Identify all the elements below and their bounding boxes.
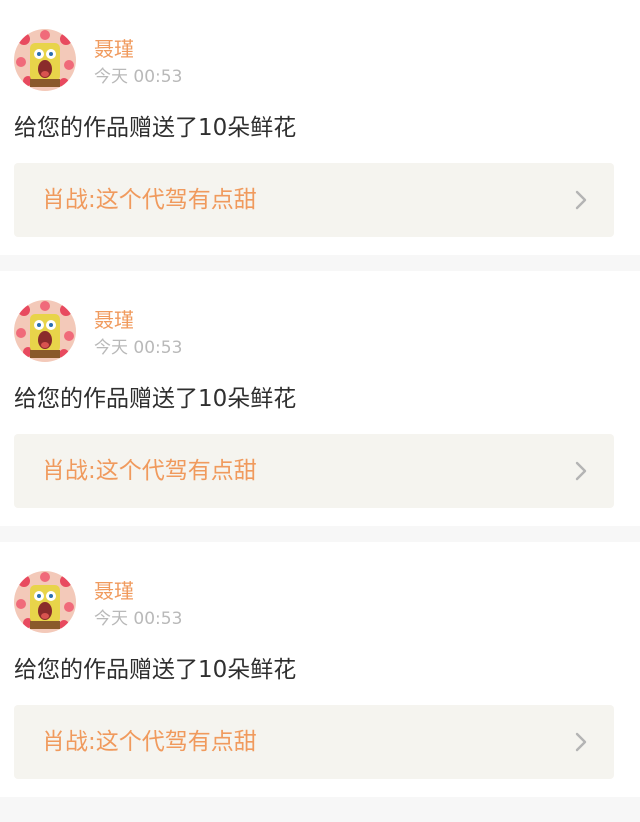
timestamp: 今天 00:53 [94,338,183,358]
notification-card: 聂瑾 今天 00:53 给您的作品赠送了10朵鲜花 肖战:这个代驾有点甜 [0,542,640,797]
spongebob-avatar-icon [14,571,76,633]
spongebob-avatar-icon [14,300,76,362]
chevron-right-icon [574,731,588,753]
avatar[interactable] [14,29,76,91]
timestamp: 今天 00:53 [94,67,183,87]
spongebob-avatar-icon [14,29,76,91]
avatar[interactable] [14,300,76,362]
work-title: 肖战:这个代驾有点甜 [42,187,257,213]
work-link[interactable]: 肖战:这个代驾有点甜 [14,163,614,237]
notification-message: 给您的作品赠送了10朵鲜花 [14,657,297,683]
work-link[interactable]: 肖战:这个代驾有点甜 [14,434,614,508]
username[interactable]: 聂瑾 [94,307,134,333]
chevron-right-icon [574,460,588,482]
notification-feed: 聂瑾 今天 00:53 给您的作品赠送了10朵鲜花 肖战:这个代驾有点甜 聂瑾 … [0,0,640,797]
timestamp: 今天 00:53 [94,609,183,629]
username[interactable]: 聂瑾 [94,36,134,62]
work-title: 肖战:这个代驾有点甜 [42,729,257,755]
notification-card: 聂瑾 今天 00:53 给您的作品赠送了10朵鲜花 肖战:这个代驾有点甜 [0,271,640,526]
work-link[interactable]: 肖战:这个代驾有点甜 [14,705,614,779]
notification-card: 聂瑾 今天 00:53 给您的作品赠送了10朵鲜花 肖战:这个代驾有点甜 [0,0,640,255]
work-title: 肖战:这个代驾有点甜 [42,458,257,484]
avatar[interactable] [14,571,76,633]
username[interactable]: 聂瑾 [94,578,134,604]
notification-message: 给您的作品赠送了10朵鲜花 [14,115,297,141]
notification-message: 给您的作品赠送了10朵鲜花 [14,386,297,412]
chevron-right-icon [574,189,588,211]
